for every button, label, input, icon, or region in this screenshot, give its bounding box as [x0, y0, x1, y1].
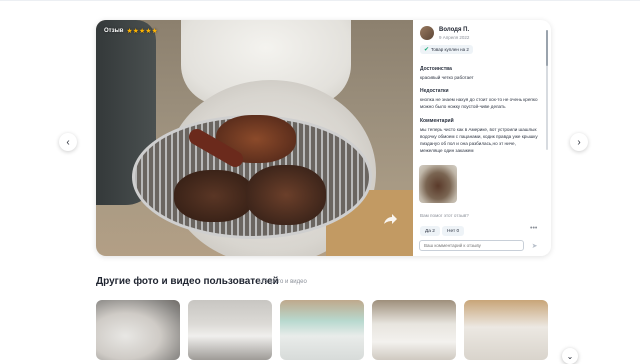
chevron-right-icon: ›: [577, 136, 581, 148]
next-review-button[interactable]: ›: [570, 133, 588, 151]
advantages-text: красивый четко работает: [420, 75, 474, 80]
author-name: Володя П.: [439, 27, 470, 33]
send-icon[interactable]: ➤: [529, 240, 540, 251]
gallery-thumbnail[interactable]: [464, 300, 548, 360]
more-options-icon[interactable]: •••: [530, 225, 537, 232]
helpful-yes-button[interactable]: Да 2: [420, 226, 440, 236]
purchase-badge: ✔ Товар куплен на 2: [420, 45, 473, 54]
previous-review-button[interactable]: ‹: [59, 133, 77, 151]
review-comment-input[interactable]: [419, 240, 524, 251]
helpful-no-button[interactable]: Нет 0: [442, 226, 465, 236]
comment-heading: Комментарий: [420, 118, 454, 124]
advantages-heading: Достоинства: [420, 66, 452, 72]
share-arrow-icon[interactable]: [382, 212, 398, 228]
check-icon: ✔: [424, 47, 430, 53]
gallery-count: 115 фото и видео: [258, 279, 307, 285]
gallery-thumbnail[interactable]: [188, 300, 272, 360]
comment-text: мы теперь чисто как в Америке, вот устро…: [420, 127, 538, 153]
review-photo-thumbnail[interactable]: [419, 165, 457, 203]
purchase-badge-label: Товар куплен на 2: [431, 47, 469, 52]
helpful-question: Вам помог этот отзыв?: [420, 213, 469, 218]
gallery-thumbnail[interactable]: [372, 300, 456, 360]
review-rating-badge: Отзыв ★★★★★: [104, 27, 158, 35]
chevron-left-icon: ‹: [66, 136, 70, 148]
gallery-thumbnail[interactable]: [280, 300, 364, 360]
top-divider: [0, 0, 640, 5]
star-rating-icon: ★★★★★: [126, 28, 158, 35]
avatar: [420, 26, 434, 40]
review-photo[interactable]: Отзыв ★★★★★: [96, 20, 413, 256]
disadvantages-text: кнопка не знаем нахуя до стоит хох-то не…: [420, 97, 538, 109]
photo-meat: [246, 165, 326, 225]
review-details-panel: Володя П. 9 Апреля 2022 ✔ Товар куплен н…: [413, 20, 551, 256]
review-card: Отзыв ★★★★★ Володя П. 9 Апреля 2022 ✔ То…: [96, 20, 551, 256]
review-badge-label: Отзыв: [104, 28, 124, 34]
chevron-down-icon: ⌄: [566, 351, 574, 361]
gallery-thumbnail[interactable]: [96, 300, 180, 360]
review-date: 9 Апреля 2022: [439, 35, 470, 40]
scroll-down-button[interactable]: ⌄: [562, 348, 578, 364]
disadvantages-heading: Недостатки: [420, 88, 449, 94]
photo-meat: [174, 170, 254, 222]
gallery-title: Другие фото и видео пользователей: [96, 276, 279, 287]
details-scrollbar-thumb[interactable]: [546, 30, 548, 66]
